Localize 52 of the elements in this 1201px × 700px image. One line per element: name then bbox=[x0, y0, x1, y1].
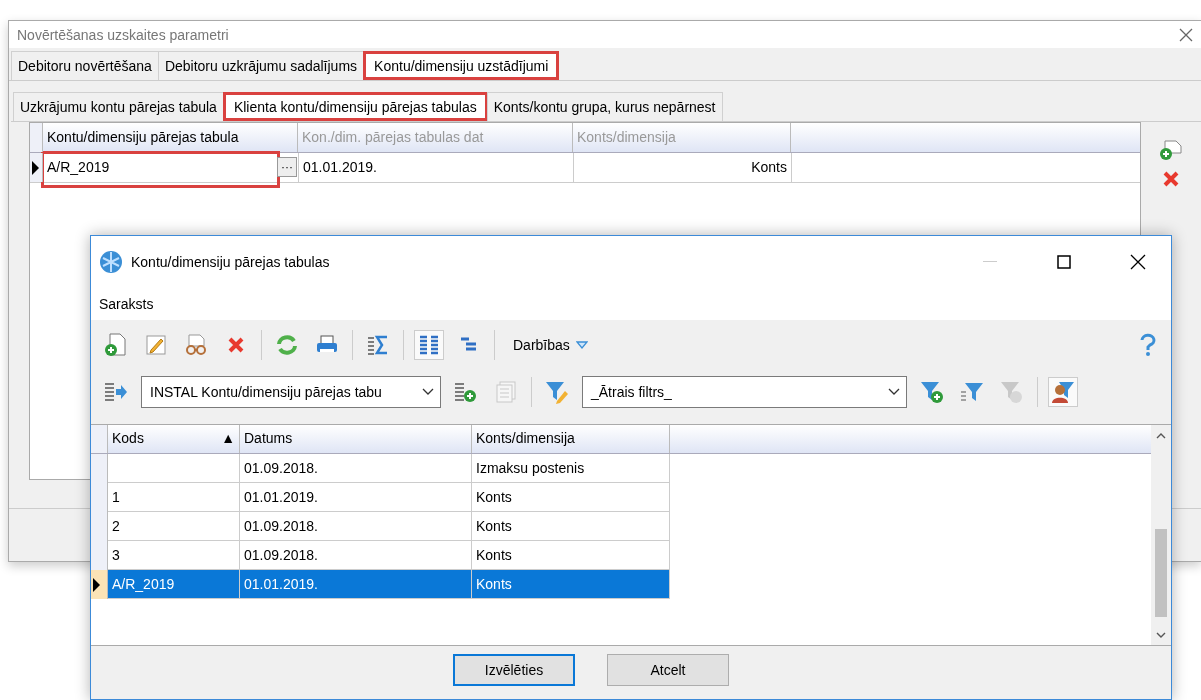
tab[interactable]: Kontu/dimensiju uzstādījumi bbox=[363, 51, 560, 80]
table-cell: 01.09.2018. bbox=[240, 512, 472, 541]
table-cell: A/R_2019 bbox=[108, 570, 240, 599]
scroll-up-icon[interactable] bbox=[1156, 431, 1166, 439]
delete-icon[interactable] bbox=[1162, 170, 1180, 188]
tab[interactable]: Uzkrājumu kontu pārejas tabula bbox=[13, 92, 224, 121]
close-icon[interactable] bbox=[1130, 254, 1146, 270]
globe-icon bbox=[99, 250, 123, 274]
tab[interactable]: Konts/kontu grupa, kurus nepārnest bbox=[486, 92, 723, 121]
column-header: Kontu/dimensiju pārejas tabula bbox=[43, 123, 298, 152]
chevron-down-icon[interactable] bbox=[422, 388, 434, 396]
table-cell: 01.01.2019. bbox=[299, 153, 574, 182]
scroll-thumb[interactable] bbox=[1155, 529, 1167, 617]
table-cell: Konts bbox=[472, 483, 670, 512]
delete-icon[interactable] bbox=[227, 336, 245, 354]
column-label: Datums bbox=[244, 430, 293, 448]
dropdown[interactable]: INSTAL Kontu/dimensiju pārejas tabu bbox=[141, 376, 441, 408]
chevron-down-icon[interactable] bbox=[888, 388, 900, 396]
actions-menu[interactable]: Darbības bbox=[505, 337, 596, 353]
tab[interactable]: Klienta kontu/dimensiju pārejas tabulas bbox=[222, 92, 488, 121]
dropdown-triangle-icon bbox=[575, 341, 588, 349]
table-cell: Konts bbox=[472, 570, 670, 599]
table-cell: 1 bbox=[108, 483, 240, 512]
table-cell: 2 bbox=[108, 512, 240, 541]
table-cell: 01.01.2019. bbox=[240, 570, 472, 599]
dropdown[interactable]: _Ātrais filtrs_ bbox=[582, 376, 907, 408]
menu-item[interactable]: Saraksts bbox=[99, 296, 154, 312]
table-cell: 01.01.2019. bbox=[240, 483, 472, 512]
table-cell: Izmaksu postenis bbox=[472, 454, 670, 483]
window-title: Novērtēšanas uzskaites parametri bbox=[17, 26, 229, 43]
picker-button[interactable]: ··· bbox=[277, 157, 297, 177]
maximize-icon[interactable] bbox=[1057, 255, 1071, 269]
column-label: Kods bbox=[112, 430, 144, 448]
add-record-icon[interactable] bbox=[1159, 140, 1183, 162]
dialog-button[interactable]: Izvēlēties bbox=[453, 654, 575, 686]
help-icon[interactable] bbox=[1139, 333, 1157, 357]
row-pointer-icon bbox=[93, 577, 100, 592]
scroll-down-icon[interactable] bbox=[1156, 631, 1166, 639]
table-cell: Konts bbox=[472, 512, 670, 541]
dialog-title: Kontu/dimensiju pārejas tabulas bbox=[131, 254, 331, 270]
table-cell: 01.09.2018. bbox=[240, 454, 472, 483]
column-header: Konts/dimensija bbox=[573, 123, 791, 152]
tab[interactable]: Debitoru novērtēšana bbox=[11, 51, 159, 80]
dropdown-value: _Ātrais filtrs_ bbox=[591, 384, 672, 400]
scrollbar[interactable] bbox=[1151, 425, 1171, 645]
table-cell: A/R_2019 bbox=[43, 153, 278, 186]
table-cell: Konts bbox=[574, 153, 792, 182]
dialog-button[interactable]: Atcelt bbox=[607, 654, 729, 686]
sort-icon: ▲ bbox=[221, 430, 235, 453]
column-label: Konts/dimensija bbox=[476, 430, 575, 448]
dropdown-value: INSTAL Kontu/dimensiju pārejas tabu bbox=[150, 384, 382, 400]
column-header: Kon./dim. pārejas tabulas dat bbox=[298, 123, 573, 152]
